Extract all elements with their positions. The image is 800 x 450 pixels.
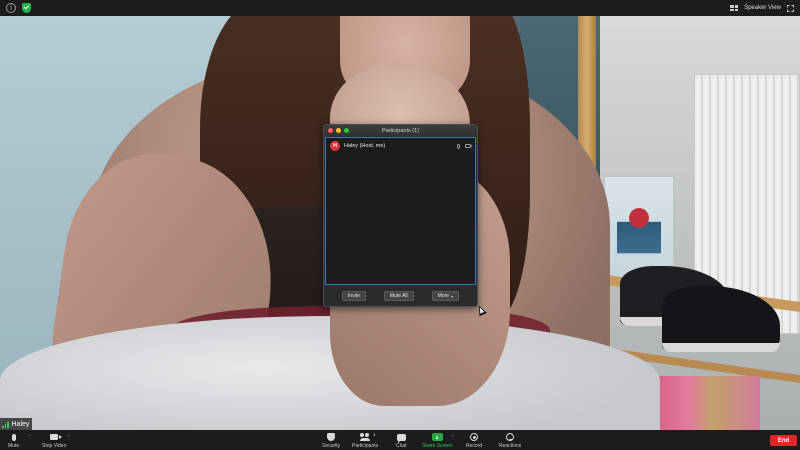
participants-panel: Participants (1) H Haley (Host, me) Invi… bbox=[323, 124, 478, 307]
mute-all-button[interactable]: Mute All bbox=[383, 291, 414, 301]
close-window-button[interactable] bbox=[328, 128, 333, 133]
participant-status-icons bbox=[457, 143, 473, 149]
participants-panel-actions: Invite Mute All More ▾ bbox=[324, 291, 477, 301]
microphone-icon bbox=[457, 143, 460, 149]
avatar: H bbox=[330, 141, 340, 151]
participants-panel-title: Participants (1) bbox=[382, 127, 419, 134]
reactions-button[interactable]: Reactions bbox=[499, 432, 521, 449]
stop-video-label: Stop Video bbox=[42, 443, 67, 449]
shield-icon bbox=[327, 433, 336, 441]
chevron-down-icon: ▾ bbox=[451, 293, 454, 299]
participant-name-tag: Haley bbox=[11, 420, 30, 428]
participant-row[interactable]: H Haley (Host, me) bbox=[326, 139, 475, 153]
chat-bubble-icon bbox=[396, 433, 406, 443]
microphone-icon bbox=[11, 433, 16, 441]
video-options-chevron-icon[interactable]: ^ bbox=[67, 434, 70, 439]
record-icon bbox=[470, 433, 479, 441]
zoom-meeting-window: i Speaker View Participants (1) H Haley … bbox=[0, 0, 800, 450]
share-options-chevron-icon[interactable]: ^ bbox=[451, 434, 454, 439]
security-button[interactable]: Security bbox=[322, 432, 340, 449]
reactions-label: Reactions bbox=[499, 443, 522, 449]
minimize-window-button[interactable] bbox=[336, 128, 341, 133]
stop-video-button[interactable]: Stop Video bbox=[42, 432, 66, 449]
security-label: Security bbox=[322, 443, 341, 449]
maximize-window-button[interactable] bbox=[344, 128, 349, 133]
participants-panel-titlebar[interactable]: Participants (1) bbox=[324, 125, 477, 136]
shield-check-icon[interactable] bbox=[22, 3, 31, 13]
record-button[interactable]: Record bbox=[466, 432, 482, 449]
smiley-add-icon bbox=[506, 433, 515, 441]
share-screen-button[interactable]: Share Screen bbox=[422, 432, 453, 449]
video-camera-icon bbox=[465, 144, 473, 148]
top-bar: i Speaker View bbox=[0, 0, 800, 16]
info-icon[interactable]: i bbox=[6, 3, 16, 13]
video-name-tag: Haley bbox=[0, 418, 33, 430]
participants-count: 1 bbox=[373, 432, 376, 437]
speaker-view-grid-icon[interactable] bbox=[730, 5, 739, 11]
mute-label: Mute bbox=[8, 443, 20, 449]
window-controls bbox=[328, 128, 349, 133]
share-screen-icon bbox=[431, 433, 443, 441]
share-screen-label: Share Screen bbox=[422, 443, 453, 449]
audio-options-chevron-icon[interactable]: ^ bbox=[28, 434, 31, 439]
chat-button[interactable]: Chat bbox=[396, 432, 407, 449]
fullscreen-icon[interactable] bbox=[787, 4, 794, 12]
more-button-label: More bbox=[437, 293, 450, 299]
invite-button[interactable]: Invite bbox=[341, 291, 366, 301]
chat-label: Chat bbox=[396, 443, 407, 449]
view-controls: Speaker View bbox=[730, 4, 796, 12]
participants-button[interactable]: 1 Participants bbox=[352, 432, 378, 449]
mute-button[interactable]: Mute bbox=[8, 432, 19, 449]
participants-icon bbox=[359, 433, 371, 441]
speaker-view-button[interactable]: Speaker View bbox=[744, 5, 781, 11]
participants-label: Participants bbox=[352, 443, 379, 449]
more-button[interactable]: More ▾ bbox=[431, 291, 460, 301]
participant-name: Haley (Host, me) bbox=[344, 143, 386, 149]
end-meeting-button[interactable]: End bbox=[770, 435, 797, 446]
signal-strength-icon bbox=[2, 421, 9, 428]
participants-list[interactable]: H Haley (Host, me) bbox=[325, 137, 476, 285]
meeting-toolbar: Mute ^ Stop Video ^ Security 1 Participa… bbox=[0, 430, 800, 450]
record-label: Record bbox=[466, 443, 483, 449]
video-camera-icon bbox=[50, 434, 63, 440]
